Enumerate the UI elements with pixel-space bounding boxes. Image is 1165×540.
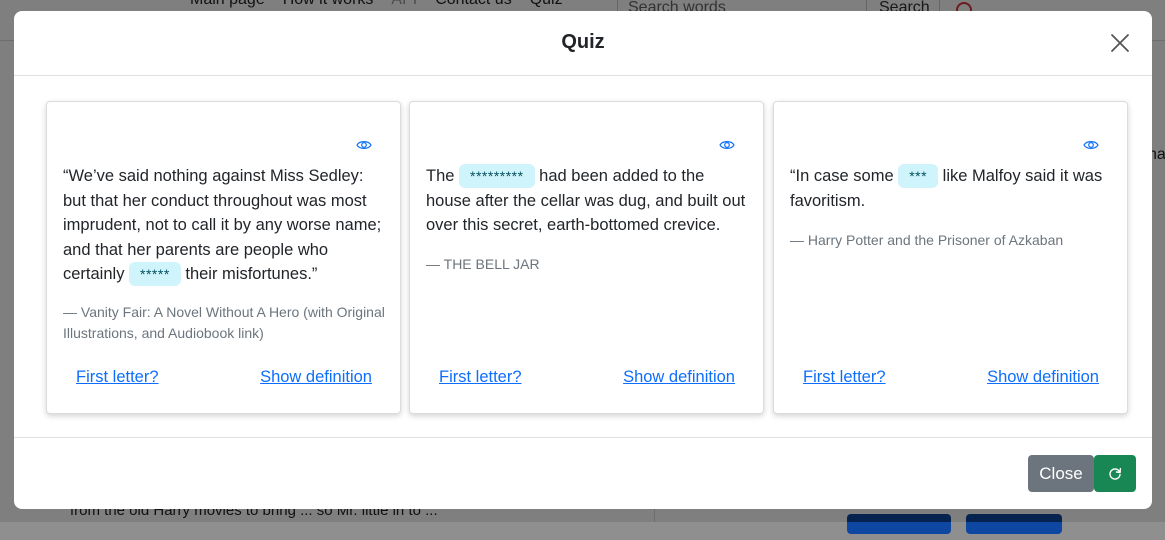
eye-icon[interactable] — [719, 139, 735, 151]
eye-icon[interactable] — [356, 139, 372, 151]
quote-text: “We’ve said nothing against Miss Sedley:… — [63, 164, 386, 287]
hidden-word[interactable]: ********* — [459, 164, 535, 188]
first-letter-link[interactable]: First letter? — [803, 368, 886, 387]
modal-body: “We’ve said nothing against Miss Sedley:… — [14, 76, 1152, 438]
show-definition-link[interactable]: Show definition — [260, 368, 372, 387]
close-button[interactable]: Close — [1028, 455, 1094, 492]
quote-text: “In case some *** like Malfoy said it wa… — [790, 164, 1113, 213]
hidden-word[interactable]: ***** — [129, 262, 181, 286]
show-definition-link[interactable]: Show definition — [623, 368, 735, 387]
quote-source: — Harry Potter and the Prisoner of Azkab… — [790, 232, 1064, 248]
modal-footer: Close — [14, 437, 1152, 509]
quote-after: their misfortunes.” — [180, 265, 318, 283]
quiz-card-1: “We’ve said nothing against Miss Sedley:… — [46, 101, 401, 414]
close-icon[interactable] — [1110, 33, 1130, 53]
eye-icon[interactable] — [1083, 139, 1099, 151]
quiz-card-2: The ********* had been added to the hous… — [409, 101, 764, 414]
first-letter-link[interactable]: First letter? — [76, 368, 159, 387]
refresh-button[interactable] — [1094, 455, 1136, 492]
modal-header: Quiz — [14, 11, 1152, 76]
quiz-card-3: “In case some *** like Malfoy said it wa… — [773, 101, 1128, 414]
quote-before: “In case some — [790, 167, 899, 185]
quote-source: — Vanity Fair: A Novel Without A Hero (w… — [63, 304, 385, 341]
quiz-modal: Quiz “We’ve said nothing against Miss Se… — [14, 11, 1152, 509]
quote-before: The — [426, 167, 460, 185]
show-definition-link[interactable]: Show definition — [987, 368, 1099, 387]
first-letter-link[interactable]: First letter? — [439, 368, 522, 387]
quote-source: — THE BELL JAR — [426, 256, 540, 272]
quote-text: The ********* had been added to the hous… — [426, 164, 749, 238]
modal-title: Quiz — [561, 31, 605, 53]
refresh-icon — [1109, 467, 1122, 480]
hidden-word[interactable]: *** — [898, 164, 939, 188]
